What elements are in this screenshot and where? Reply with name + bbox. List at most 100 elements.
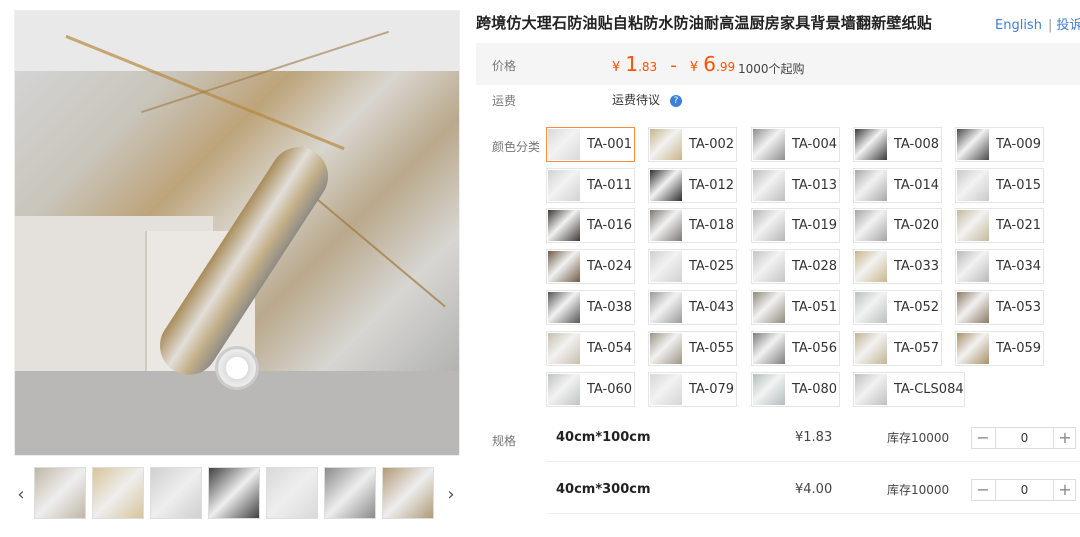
color-option-label: TA-079 bbox=[689, 382, 735, 397]
color-option-label: TA-012 bbox=[689, 178, 735, 193]
color-option[interactable]: TA-012 bbox=[648, 168, 737, 203]
color-option[interactable]: TA-038 bbox=[546, 290, 635, 325]
color-option[interactable]: TA-052 bbox=[853, 290, 942, 325]
thumb-next-arrow-icon[interactable]: › bbox=[444, 467, 458, 522]
color-swatch bbox=[548, 251, 580, 282]
gallery-thumbnail[interactable] bbox=[208, 467, 260, 519]
spec-stock: 库存10000 bbox=[887, 483, 950, 497]
price-high-dec: .99 bbox=[716, 60, 736, 74]
color-option-label: TA-033 bbox=[894, 259, 940, 274]
color-swatch bbox=[548, 292, 580, 323]
color-swatch bbox=[650, 129, 682, 160]
color-option-label: TA-004 bbox=[792, 137, 838, 152]
color-option[interactable]: TA-016 bbox=[546, 208, 635, 243]
spec-name: 40cm*100cm bbox=[556, 430, 651, 445]
color-option[interactable]: TA-011 bbox=[546, 168, 635, 203]
color-option[interactable]: TA-043 bbox=[648, 290, 737, 325]
gallery-thumbnail[interactable] bbox=[382, 467, 434, 519]
color-swatch bbox=[855, 210, 887, 241]
color-swatch bbox=[548, 129, 580, 160]
decrement-button[interactable]: − bbox=[972, 480, 994, 500]
color-option[interactable]: TA-001 bbox=[546, 127, 635, 162]
color-swatch bbox=[855, 333, 887, 364]
color-option[interactable]: TA-013 bbox=[751, 168, 840, 203]
color-option[interactable]: TA-033 bbox=[853, 249, 942, 284]
color-option[interactable]: TA-053 bbox=[955, 290, 1044, 325]
color-swatch bbox=[650, 251, 682, 282]
color-option-label: TA-019 bbox=[792, 218, 838, 233]
min-order-quantity: 1000个起购 bbox=[738, 62, 805, 76]
color-option[interactable]: TA-056 bbox=[751, 331, 840, 366]
color-swatch bbox=[753, 129, 785, 160]
spec-row: 40cm*300cm ¥4.00 库存10000 −0 + bbox=[546, 466, 1080, 514]
color-label: 颜色分类 bbox=[492, 140, 541, 154]
color-option-label: TA-009 bbox=[996, 137, 1042, 152]
color-swatch bbox=[650, 170, 682, 201]
color-swatch bbox=[753, 251, 785, 282]
color-option[interactable]: TA-034 bbox=[955, 249, 1044, 284]
gallery-thumbnail[interactable] bbox=[150, 467, 202, 519]
color-option[interactable]: TA-021 bbox=[955, 208, 1044, 243]
gallery-thumbnail[interactable] bbox=[266, 467, 318, 519]
gallery-thumbnail[interactable] bbox=[92, 467, 144, 519]
color-option[interactable]: TA-079 bbox=[648, 372, 737, 407]
color-option[interactable]: TA-015 bbox=[955, 168, 1044, 203]
color-swatch bbox=[753, 374, 785, 405]
link-divider: | bbox=[1047, 18, 1053, 33]
color-option[interactable]: TA-057 bbox=[853, 331, 942, 366]
color-option[interactable]: TA-024 bbox=[546, 249, 635, 284]
color-option[interactable]: TA-004 bbox=[751, 127, 840, 162]
color-option[interactable]: TA-051 bbox=[751, 290, 840, 325]
color-swatch bbox=[548, 210, 580, 241]
price-high-currency: ¥ bbox=[689, 60, 699, 75]
color-swatch bbox=[753, 333, 785, 364]
color-option[interactable]: TA-080 bbox=[751, 372, 840, 407]
color-option-label: TA-059 bbox=[996, 341, 1042, 356]
quantity-input[interactable]: 0 bbox=[995, 480, 1054, 500]
price-label: 价格 bbox=[492, 59, 517, 73]
gallery-thumbnail[interactable] bbox=[34, 467, 86, 519]
color-option[interactable]: TA-054 bbox=[546, 331, 635, 366]
increment-button[interactable]: + bbox=[1054, 428, 1076, 448]
color-option[interactable]: TA-009 bbox=[955, 127, 1044, 162]
color-option-label: TA-008 bbox=[894, 137, 940, 152]
decrement-button[interactable]: − bbox=[972, 428, 994, 448]
color-option-label: TA-038 bbox=[587, 300, 633, 315]
color-swatch bbox=[957, 292, 989, 323]
color-option[interactable]: TA-019 bbox=[751, 208, 840, 243]
color-option[interactable]: TA-CLS084 bbox=[853, 372, 965, 407]
color-swatch bbox=[855, 170, 887, 201]
color-option[interactable]: TA-059 bbox=[955, 331, 1044, 366]
complaint-link[interactable]: 投诉 bbox=[1056, 18, 1080, 33]
price-separator: - bbox=[670, 55, 677, 76]
color-swatch bbox=[650, 374, 682, 405]
color-option[interactable]: TA-018 bbox=[648, 208, 737, 243]
color-option[interactable]: TA-028 bbox=[751, 249, 840, 284]
color-option-label: TA-016 bbox=[587, 218, 633, 233]
color-option-label: TA-CLS084 bbox=[894, 382, 964, 397]
color-option-label: TA-034 bbox=[996, 259, 1042, 274]
quantity-input[interactable]: 0 bbox=[995, 428, 1054, 448]
product-title: 跨境仿大理石防油贴自粘防水防油耐高温厨房家具背景墙翻新壁纸贴 bbox=[476, 14, 933, 32]
color-option[interactable]: TA-002 bbox=[648, 127, 737, 162]
color-option[interactable]: TA-060 bbox=[546, 372, 635, 407]
color-option[interactable]: TA-008 bbox=[853, 127, 942, 162]
shipping-value-wrap: 运费待议? bbox=[612, 91, 683, 108]
color-option[interactable]: TA-055 bbox=[648, 331, 737, 366]
spec-price: ¥1.83 bbox=[795, 430, 833, 445]
question-circle-icon[interactable]: ? bbox=[670, 95, 683, 107]
color-swatch bbox=[957, 210, 989, 241]
color-option[interactable]: TA-014 bbox=[853, 168, 942, 203]
english-link[interactable]: English bbox=[995, 18, 1042, 33]
color-option[interactable]: TA-025 bbox=[648, 249, 737, 284]
color-option-label: TA-080 bbox=[792, 382, 838, 397]
color-option-label: TA-060 bbox=[587, 382, 633, 397]
color-swatch bbox=[650, 210, 682, 241]
price-low-int: 1 bbox=[625, 52, 639, 76]
color-option[interactable]: TA-020 bbox=[853, 208, 942, 243]
gallery-thumbnail[interactable] bbox=[324, 467, 376, 519]
color-swatch bbox=[957, 333, 989, 364]
color-option-label: TA-002 bbox=[689, 137, 735, 152]
thumb-prev-arrow-icon[interactable]: ‹ bbox=[14, 467, 28, 522]
increment-button[interactable]: + bbox=[1054, 480, 1076, 500]
